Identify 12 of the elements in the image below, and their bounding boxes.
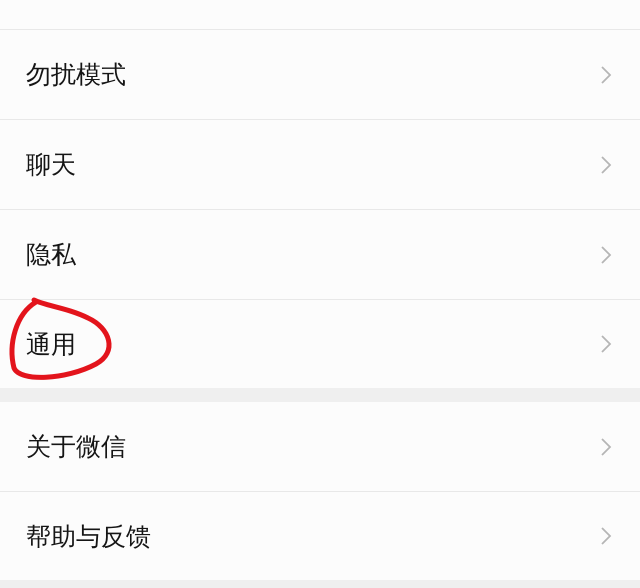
chevron-icon xyxy=(600,244,612,264)
settings-item-label[interactable]: 通用 xyxy=(26,328,76,360)
chevron-icon xyxy=(600,526,612,546)
settings-item-label[interactable]: 帮助与反馈 xyxy=(26,520,151,552)
chevron-icon xyxy=(600,64,612,84)
chevron-icon xyxy=(600,436,612,456)
settings-item-label[interactable]: 聊天 xyxy=(26,148,76,181)
settings-item-label[interactable]: 勿扰模式 xyxy=(26,58,126,91)
chevron-icon xyxy=(600,154,612,174)
settings-item-label[interactable]: 隐私 xyxy=(26,238,76,271)
chevron-icon xyxy=(600,334,612,354)
settings-item-label[interactable]: 关于微信 xyxy=(26,430,126,463)
